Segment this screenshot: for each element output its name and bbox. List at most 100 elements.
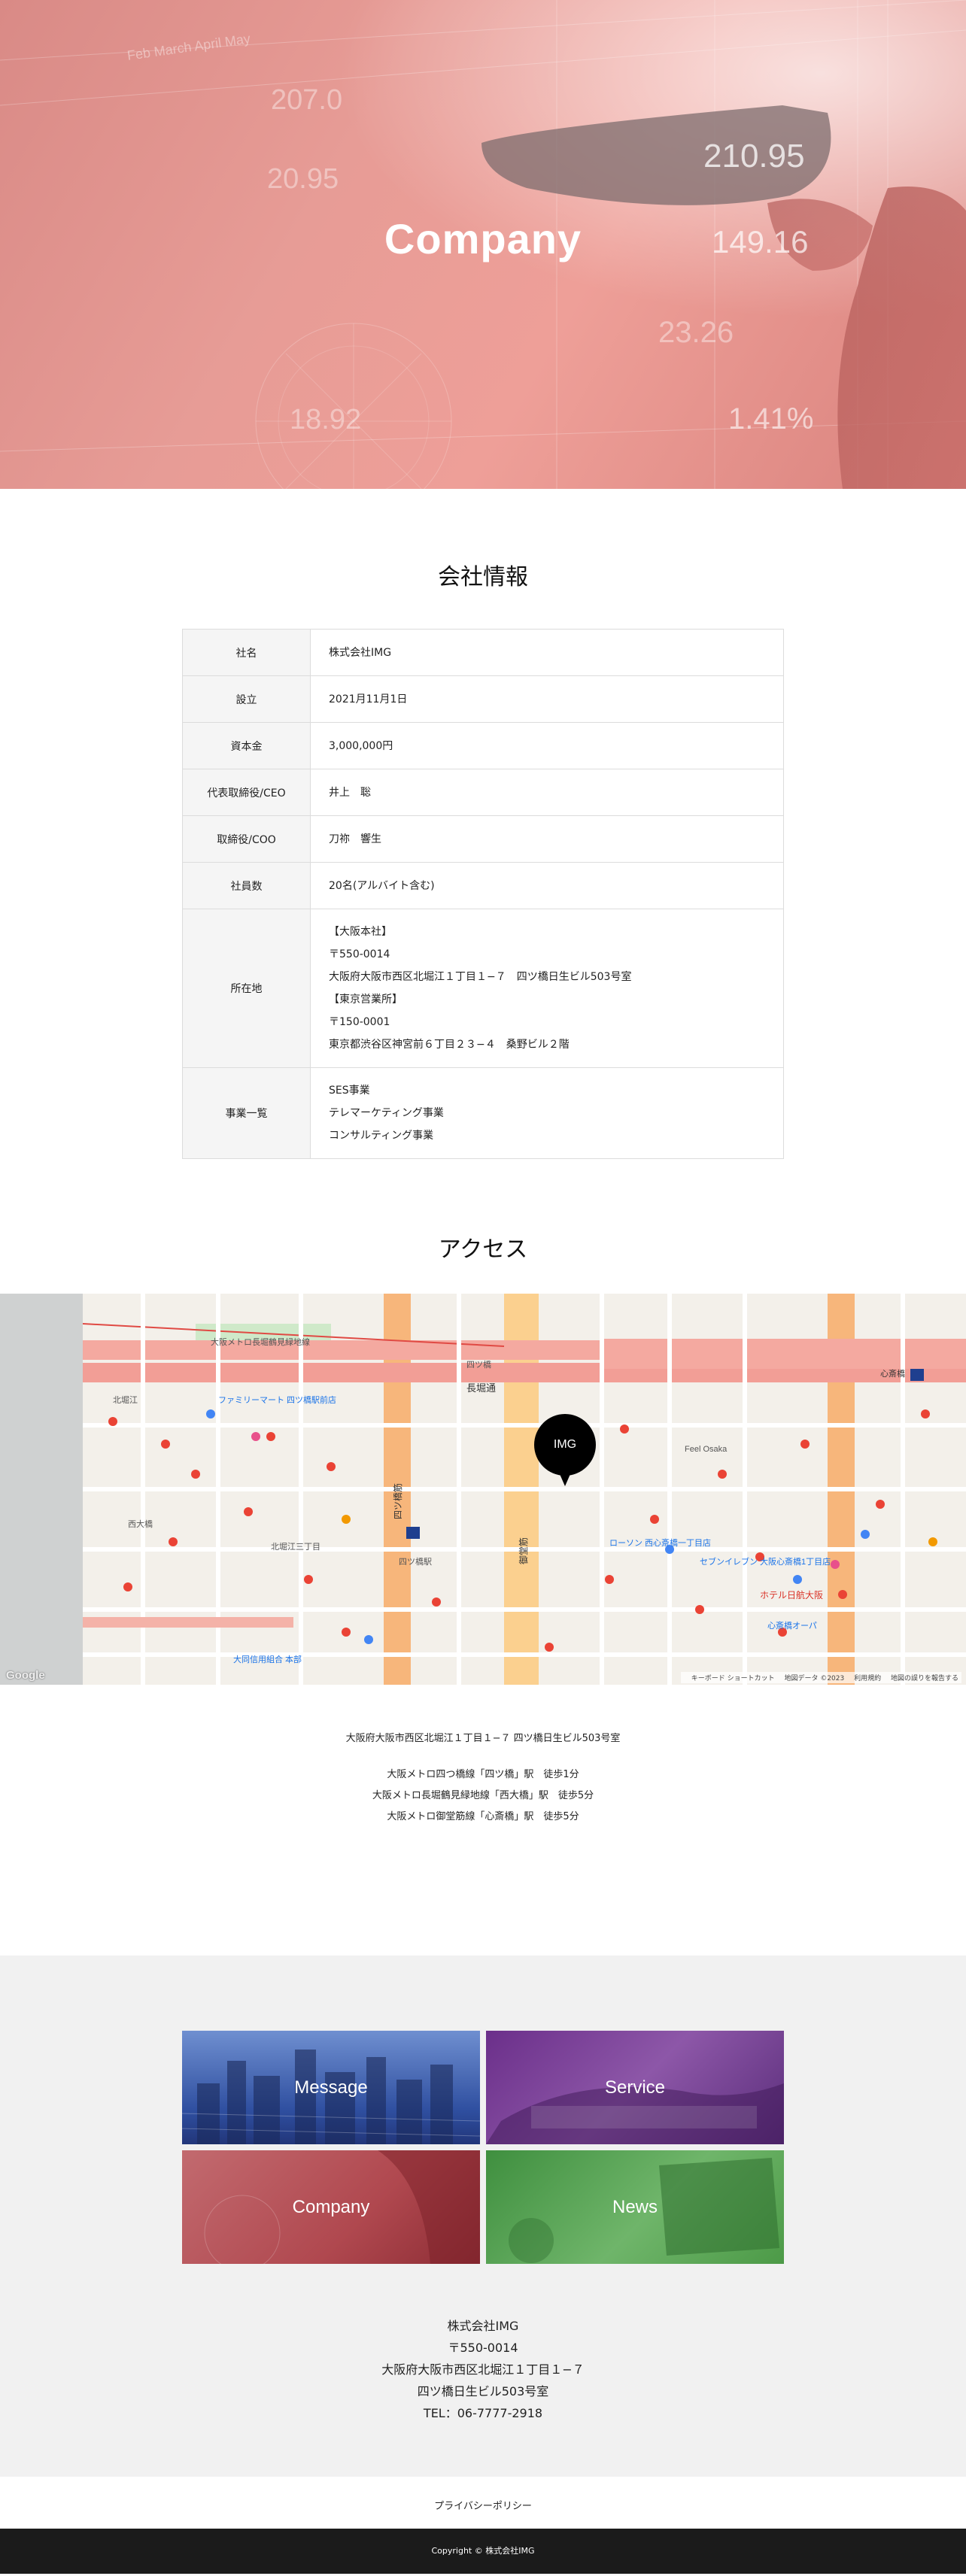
access-address: 大阪府大阪市西区北堀江１丁目１−７ 四ツ橋日生ビル503号室: [345, 1733, 621, 1744]
value-line: テレマーケティング事業: [329, 1107, 444, 1119]
access-section-title: アクセス: [438, 1237, 528, 1262]
value-line: 東京都渋谷区神宮前６丁目２３−４ 桑野ビル２階: [329, 1039, 570, 1051]
report-error-link[interactable]: 地図の誤りを報告する: [891, 1675, 958, 1682]
row-key-name: 社名: [182, 629, 311, 676]
svg-text:四ツ橋駅: 四ツ橋駅: [399, 1556, 432, 1567]
map-left-margin: Google: [0, 1294, 83, 1685]
value-line: 3,000,000円: [329, 739, 393, 752]
row-value-coo: 刀祢 響生: [310, 815, 784, 863]
row-key-ceo: 代表取締役/CEO: [182, 769, 311, 816]
table-row: 社名 株式会社IMG: [182, 629, 784, 676]
svg-text:大阪メトロ長堀鶴見緑地線: 大阪メトロ長堀鶴見緑地線: [211, 1337, 310, 1347]
tile-label: News: [612, 2196, 658, 2217]
map-data-text: 地図データ ©2023: [784, 1675, 845, 1682]
footer-phone: TEL：06-7777-2918: [423, 2406, 543, 2420]
table-row: 設立 2021月11月1日: [182, 675, 784, 723]
row-key-employees: 社員数: [182, 862, 311, 909]
hero-banner: 207.0 210.95 20.95 149.16 23.26 18.92 1.…: [0, 0, 966, 489]
footer-company-info: 株式会社IMG 〒550-0014 大阪府大阪市西区北堀江１丁目１−７ 四ツ橋日…: [0, 2264, 966, 2424]
privacy-policy-link[interactable]: プライバシーポリシー: [434, 2501, 532, 2512]
table-row: 取締役/COO 刀祢 響生: [182, 815, 784, 863]
tile-service[interactable]: Service: [486, 2031, 784, 2144]
footer-company-name: 株式会社IMG: [447, 2319, 519, 2333]
footer-address-building: 四ツ橋日生ビル503号室: [417, 2384, 549, 2399]
footer-navigation: Message Service Company News 株式会社IMG 〒55…: [0, 1956, 966, 2477]
privacy-policy-bar: プライバシーポリシー: [0, 2477, 966, 2529]
map-canvas[interactable]: 大阪メトロ長堀鶴見緑地線 長堀通 四ツ橋 北堀江 西大橋 ファミリーマート 四ツ…: [83, 1294, 966, 1685]
svg-text:210.95: 210.95: [703, 138, 805, 174]
svg-text:Feel Osaka: Feel Osaka: [685, 1445, 728, 1454]
value-line: 井上 聡: [329, 786, 371, 799]
svg-text:セブンイレブン 大阪心斎橋1丁目店: セブンイレブン 大阪心斎橋1丁目店: [700, 1556, 831, 1567]
table-row: 事業一覧 SES事業 テレマーケティング事業 コンサルティング事業: [182, 1067, 784, 1159]
svg-text:四ツ橋: 四ツ橋: [466, 1359, 491, 1370]
station-info: 大阪メトロ御堂筋線「心斎橋」駅 徒歩5分: [387, 1811, 579, 1822]
tile-label: Service: [604, 2077, 666, 2098]
station-info: 大阪メトロ長堀鶴見緑地線「西大橋」駅 徒歩5分: [372, 1790, 594, 1801]
value-line: 2021月11月1日: [329, 693, 408, 705]
tile-message[interactable]: Message: [182, 2031, 480, 2144]
access-section: アクセス Google 大阪メトロ長堀鶴見緑地線 長堀通 四ツ橋 北堀江 西大橋…: [0, 1159, 966, 1956]
footer-postal-code: 〒550-0014: [448, 2341, 518, 2355]
svg-text:心斎橋オーパ: 心斎橋オーパ: [767, 1620, 817, 1631]
svg-text:四ツ橋筋: 四ツ橋筋: [392, 1483, 403, 1519]
tile-news[interactable]: News: [486, 2150, 784, 2264]
tile-company[interactable]: Company: [182, 2150, 480, 2264]
company-section: 会社情報 社名 株式会社IMG 設立 2021月11月1日 資本金 3,000,…: [0, 489, 966, 1159]
svg-text:ローソン 西心斎橋一丁目店: ローソン 西心斎橋一丁目店: [609, 1537, 711, 1548]
svg-text:大同信用組合 本部: 大同信用組合 本部: [233, 1654, 302, 1664]
svg-text:北堀江: 北堀江: [113, 1395, 138, 1405]
row-value-founded: 2021月11月1日: [310, 675, 784, 723]
footer-tile-grid: Message Service Company News: [182, 2031, 784, 2264]
hero-title: Company: [384, 215, 582, 262]
keyboard-shortcuts-link[interactable]: キーボード ショートカット: [691, 1675, 775, 1682]
value-line: 【大阪本社】: [329, 926, 392, 938]
svg-text:心斎橋: 心斎橋: [880, 1368, 905, 1379]
svg-text:ファミリーマート 四ツ橋駅前店: ファミリーマート 四ツ橋駅前店: [218, 1394, 336, 1405]
access-info: 大阪府大阪市西区北堀江１丁目１−７ 四ツ橋日生ビル503号室 大阪メトロ四つ橋線…: [0, 1685, 966, 1956]
svg-text:23.26: 23.26: [658, 316, 734, 349]
table-row: 所在地 【大阪本社】 〒550-0014 大阪府大阪市西区北堀江１丁目１−７ 四…: [182, 909, 784, 1068]
value-line: 20名(アルバイト含む): [329, 879, 435, 892]
svg-text:20.95: 20.95: [267, 163, 339, 195]
value-line: コンサルティング事業: [329, 1130, 434, 1142]
svg-text:長堀通: 長堀通: [466, 1382, 496, 1394]
footer-address: 大阪府大阪市西区北堀江１丁目１−７: [381, 2362, 585, 2377]
row-key-founded: 設立: [182, 675, 311, 723]
value-line: 大阪府大阪市西区北堀江１丁目１−７ 四ツ橋日生ビル503号室: [329, 971, 632, 983]
table-row: 代表取締役/CEO 井上 聡: [182, 769, 784, 816]
terms-link[interactable]: 利用規約: [854, 1675, 881, 1682]
value-line: SES事業: [329, 1085, 370, 1097]
row-key-coo: 取締役/COO: [182, 815, 311, 863]
row-key-capital: 資本金: [182, 722, 311, 769]
map-attribution: キーボード ショートカット 地図データ ©2023 利用規約 地図の誤りを報告す…: [680, 1672, 961, 1683]
value-line: 刀祢 響生: [329, 833, 381, 845]
map-roads-graphic: 大阪メトロ長堀鶴見緑地線 長堀通 四ツ橋 北堀江 西大橋 ファミリーマート 四ツ…: [83, 1294, 966, 1685]
svg-text:御堂筋: 御堂筋: [518, 1537, 529, 1564]
tile-label: Message: [294, 2077, 368, 2098]
company-section-title: 会社情報: [438, 565, 528, 590]
row-key-location: 所在地: [182, 909, 311, 1068]
table-row: 資本金 3,000,000円: [182, 722, 784, 769]
value-line: 〒150-0001: [329, 1016, 390, 1028]
row-value-name: 株式会社IMG: [310, 629, 784, 676]
row-value-employees: 20名(アルバイト含む): [310, 862, 784, 909]
table-row: 社員数 20名(アルバイト含む): [182, 862, 784, 909]
value-line: 〒550-0014: [329, 948, 390, 960]
tile-label: Company: [292, 2196, 370, 2217]
svg-text:1.41%: 1.41%: [728, 402, 813, 435]
row-value-location: 【大阪本社】 〒550-0014 大阪府大阪市西区北堀江１丁目１−７ 四ツ橋日生…: [310, 909, 784, 1068]
company-table: 社名 株式会社IMG 設立 2021月11月1日 資本金 3,000,000円 …: [182, 629, 784, 1159]
svg-text:207.0: 207.0: [271, 84, 342, 116]
row-value-ceo: 井上 聡: [310, 769, 784, 816]
location-pin[interactable]: IMG: [534, 1414, 596, 1486]
google-logo: Google: [6, 1669, 45, 1682]
row-key-business: 事業一覧: [182, 1067, 311, 1159]
svg-text:西大橋: 西大橋: [128, 1519, 153, 1529]
google-map[interactable]: Google 大阪メトロ長堀鶴見緑地線 長堀通 四ツ橋 北堀江 西大橋 ファミリ…: [0, 1294, 966, 1685]
copyright-bar: Copyright © 株式会社IMG: [0, 2529, 966, 2574]
svg-text:北堀江三丁目: 北堀江三丁目: [271, 1542, 320, 1552]
value-line: 株式会社IMG: [329, 646, 392, 659]
value-line: 【東京営業所】: [329, 994, 402, 1006]
station-info: 大阪メトロ四つ橋線「四ツ橋」駅 徒歩1分: [387, 1769, 579, 1780]
